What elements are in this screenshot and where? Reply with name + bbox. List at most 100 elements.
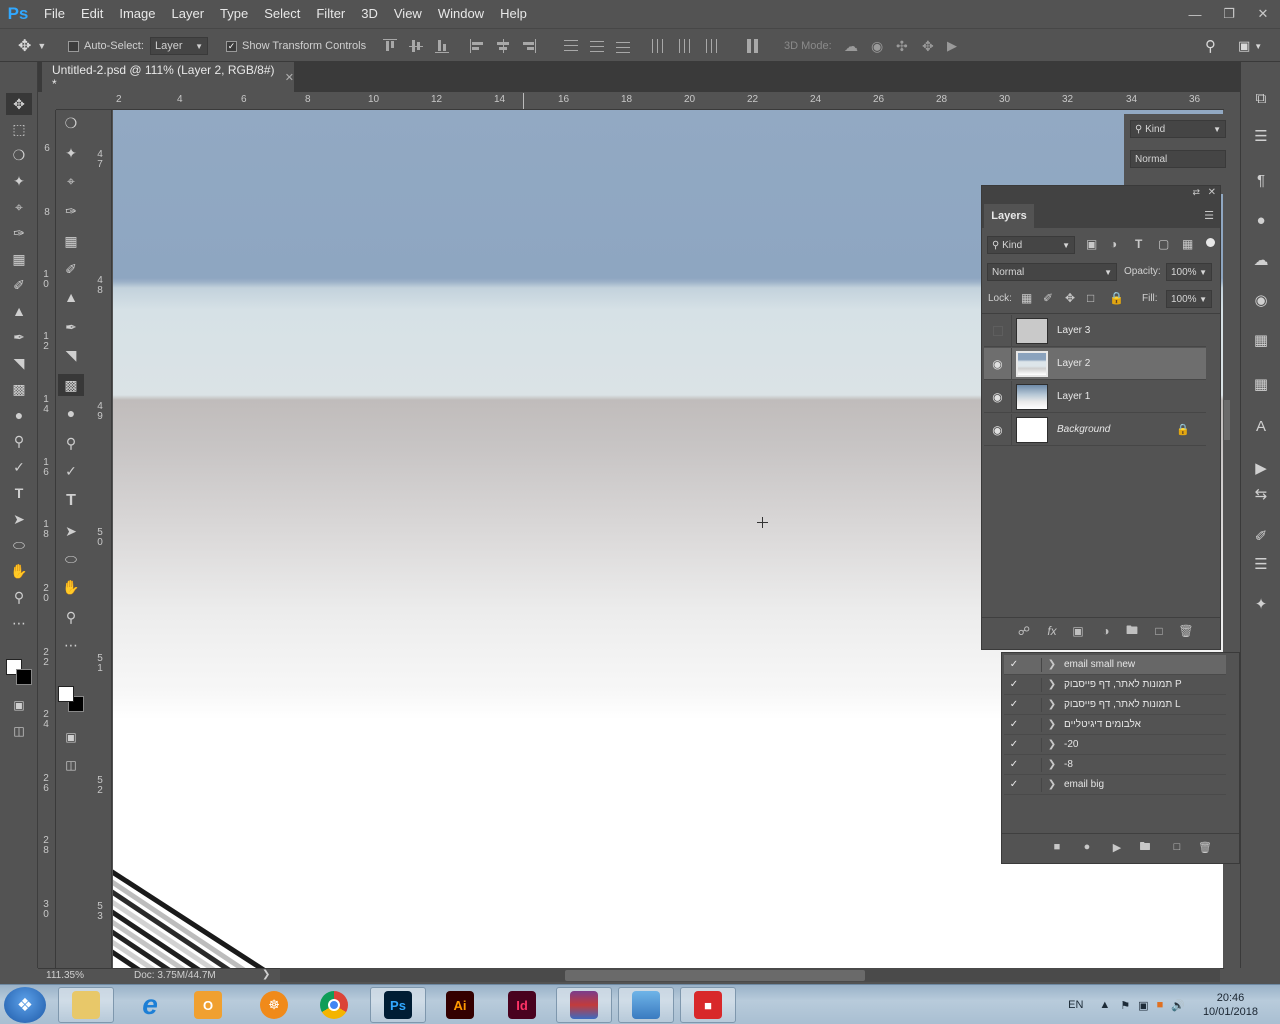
expand-arrow-icon[interactable]: ❯ xyxy=(1042,739,1062,750)
screen-mode-icon[interactable]: ◫ xyxy=(6,720,32,742)
zoom-tool-icon[interactable]: ⚲ xyxy=(58,606,84,628)
properties-icon[interactable]: ☰ xyxy=(1251,126,1271,146)
path-selection-tool-icon[interactable]: ➤ xyxy=(6,508,32,530)
more-tools-icon[interactable]: ⋯ xyxy=(58,634,84,656)
gradient-tool-icon[interactable]: ▩ xyxy=(6,378,32,400)
blend-mode-dropdown[interactable]: Normal ▼ xyxy=(987,263,1117,281)
filter-shape-icon[interactable]: ▢ xyxy=(1158,237,1169,251)
expand-arrow-icon[interactable]: ❯ xyxy=(1042,679,1062,690)
filter-kind-dropdown[interactable]: ⚲ Kind ▼ xyxy=(1130,120,1226,138)
zoom-tool-icon[interactable]: ⚲ xyxy=(6,586,32,608)
move-tool-icon[interactable]: ✥ xyxy=(6,93,32,115)
swatches-icon[interactable]: ◉ xyxy=(1251,290,1271,310)
taskbar-outlook[interactable]: O xyxy=(180,987,236,1023)
dialog-toggle[interactable] xyxy=(1028,697,1042,712)
distribute-top-icon[interactable] xyxy=(564,39,578,53)
paragraph-icon[interactable]: ¶ xyxy=(1251,170,1271,190)
path-selection-tool-icon[interactable]: ➤ xyxy=(58,520,84,542)
search-icon[interactable]: ⚲ xyxy=(1205,29,1216,63)
expand-arrow-icon[interactable]: ❯ xyxy=(1042,659,1062,670)
distribute-right-icon[interactable] xyxy=(703,39,717,53)
actions-icon[interactable]: ▶ xyxy=(1251,458,1271,478)
eraser-tool-icon[interactable]: ◥ xyxy=(6,352,32,374)
workspace-icon[interactable]: ▣ ▼ xyxy=(1238,29,1262,63)
3d-orbit-icon[interactable]: ☁ xyxy=(844,29,858,63)
filter-toggle-icon[interactable] xyxy=(1206,238,1215,247)
trash-icon[interactable]: 🗑 xyxy=(1178,623,1194,639)
eye-icon[interactable]: ◉ xyxy=(984,413,1012,446)
lock-transparent-icon[interactable]: ▦ xyxy=(1021,291,1032,305)
brush-tool-icon[interactable]: ✐ xyxy=(58,258,84,280)
quick-mask-icon[interactable]: ▣ xyxy=(58,726,84,748)
brush-tool-icon[interactable]: ✐ xyxy=(6,274,32,296)
move-tool-preset[interactable]: ✥ ▼ xyxy=(18,29,46,63)
horizontal-scroll-thumb[interactable] xyxy=(565,970,865,981)
action-row[interactable]: ✓ ❯ תמונות לאתר, דף פייסבוק L xyxy=(1004,695,1226,715)
hand-tool-icon[interactable]: ✋ xyxy=(58,576,84,598)
language-indicator[interactable]: EN xyxy=(1068,999,1083,1011)
distribute-vcenter-icon[interactable] xyxy=(590,39,604,53)
align-vcenter-icon[interactable] xyxy=(409,39,423,53)
action-row[interactable]: ✓ ❯ -20 xyxy=(1004,735,1226,755)
filter-smart-object-icon[interactable]: ▦ xyxy=(1182,237,1193,251)
blur-tool-icon[interactable]: ● xyxy=(6,404,32,426)
brush-settings-icon[interactable]: ✐ xyxy=(1251,526,1271,546)
ellipse-tool-icon[interactable]: ⬭ xyxy=(6,534,32,556)
restore-button[interactable]: ❐ xyxy=(1212,0,1246,28)
fill-input[interactable]: 100% ▼ xyxy=(1166,290,1212,308)
office-upload-icon[interactable]: ■ xyxy=(1157,999,1164,1011)
dodge-tool-icon[interactable]: ⚲ xyxy=(58,432,84,454)
auto-align-icon[interactable] xyxy=(746,39,760,53)
new-action-icon[interactable]: □ xyxy=(1169,839,1185,855)
action-row[interactable]: ✓ ❯ -8 xyxy=(1004,755,1226,775)
distribute-left-icon[interactable] xyxy=(651,39,665,53)
new-group-icon[interactable]: 🖿 xyxy=(1124,623,1140,639)
eyedropper-tool-icon[interactable]: ✑ xyxy=(6,222,32,244)
menu-select[interactable]: Select xyxy=(256,0,308,28)
dialog-toggle[interactable] xyxy=(1028,657,1042,672)
layer-row[interactable]: ◉ Layer 1 xyxy=(984,380,1206,413)
minimize-button[interactable]: — xyxy=(1178,0,1212,28)
3d-scale-icon[interactable]: ▶ xyxy=(947,29,957,63)
magic-wand-tool-icon[interactable]: ✦ xyxy=(58,142,84,164)
clock[interactable]: 20:46 10/01/2018 xyxy=(1203,991,1258,1019)
dialog-toggle[interactable] xyxy=(1028,677,1042,692)
action-row[interactable]: ✓ ❯ email big xyxy=(1004,775,1226,795)
zoom-level[interactable]: 111.35% xyxy=(46,970,84,981)
taskbar-helm[interactable]: ☸ xyxy=(246,987,302,1023)
adjustments-icon[interactable]: ☰ xyxy=(1251,554,1271,574)
pen-tool-icon[interactable]: ✓ xyxy=(58,460,84,482)
more-tools-icon[interactable]: ⋯ xyxy=(6,612,32,634)
tab-layers[interactable]: Layers xyxy=(984,204,1034,228)
blur-tool-icon[interactable]: ● xyxy=(58,402,84,424)
auto-select-target-dropdown[interactable]: Layer ▼ xyxy=(150,37,208,55)
taskbar-photoshop[interactable]: Ps xyxy=(370,987,426,1023)
action-row[interactable]: ✓ ❯ email small new xyxy=(1004,655,1226,675)
gradient-tool-icon[interactable]: ▩ xyxy=(58,374,84,396)
character-icon[interactable]: A xyxy=(1251,416,1271,436)
taskbar-indesign[interactable]: Id xyxy=(494,987,550,1023)
menu-edit[interactable]: Edit xyxy=(73,0,111,28)
expand-arrow-icon[interactable]: ❯ xyxy=(1042,699,1062,710)
volume-icon[interactable]: 🔊 xyxy=(1171,999,1185,1012)
flag-icon[interactable]: ⚑ xyxy=(1120,999,1130,1012)
magic-wand-tool-icon[interactable]: ✦ xyxy=(6,170,32,192)
play-icon[interactable]: ▶ xyxy=(1109,839,1125,855)
close-icon[interactable]: ✕ xyxy=(1208,187,1216,198)
checkmark-icon[interactable]: ✓ xyxy=(1004,759,1024,770)
stamp-tool-icon[interactable]: ▲ xyxy=(6,300,32,322)
status-menu-arrow-icon[interactable]: ❯ xyxy=(262,969,270,980)
taskbar-winrar[interactable] xyxy=(556,987,612,1023)
background-color-swatch[interactable] xyxy=(16,669,32,685)
taskbar-illustrator[interactable]: Ai xyxy=(432,987,488,1023)
expand-arrow-icon[interactable]: ❯ xyxy=(1042,779,1062,790)
lasso-tool-icon[interactable]: ❍ xyxy=(6,144,32,166)
taskbar-internet-explorer[interactable]: e xyxy=(122,987,178,1023)
3d-roll-icon[interactable]: ◉ xyxy=(871,29,883,63)
layer-comps-icon[interactable]: ⇆ xyxy=(1251,484,1271,504)
styles-icon[interactable]: ▦ xyxy=(1251,330,1271,350)
document-tab[interactable]: Untitled-2.psd @ 111% (Layer 2, RGB/8#) … xyxy=(42,62,294,92)
checkmark-icon[interactable]: ✓ xyxy=(1004,739,1024,750)
lock-all-icon[interactable]: 🔒 xyxy=(1109,291,1124,305)
history-icon[interactable]: ⧉ xyxy=(1251,88,1271,108)
